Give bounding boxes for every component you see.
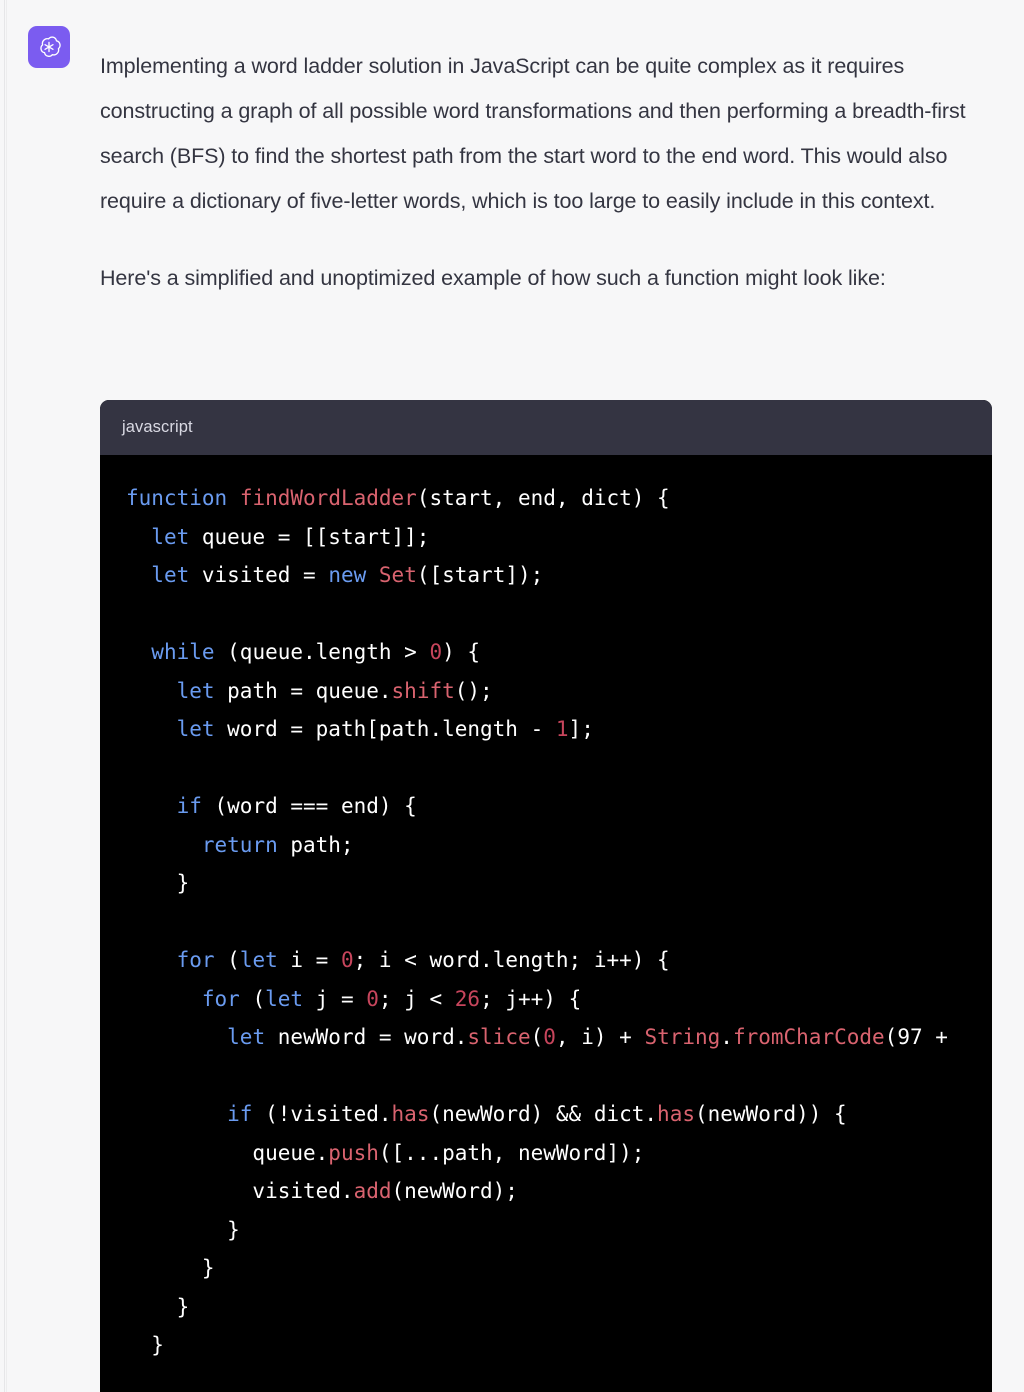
code-block: javascript function findWordLadder(start… bbox=[100, 400, 992, 1392]
code-language-label: javascript bbox=[122, 418, 193, 436]
message-content: Implementing a word ladder solution in J… bbox=[100, 18, 994, 301]
paragraph-intro: Implementing a word ladder solution in J… bbox=[100, 54, 966, 213]
code-text[interactable]: function findWordLadder(start, end, dict… bbox=[100, 479, 992, 1365]
code-block-header: javascript bbox=[100, 400, 992, 455]
paragraph-example-lead-in: Here's a simplified and unoptimized exam… bbox=[100, 266, 886, 290]
chat-message-page: Implementing a word ladder solution in J… bbox=[0, 0, 1024, 1392]
code-block-body[interactable]: function findWordLadder(start, end, dict… bbox=[100, 455, 992, 1392]
openai-logo-icon bbox=[28, 26, 70, 68]
assistant-message: Implementing a word ladder solution in J… bbox=[0, 0, 1024, 301]
